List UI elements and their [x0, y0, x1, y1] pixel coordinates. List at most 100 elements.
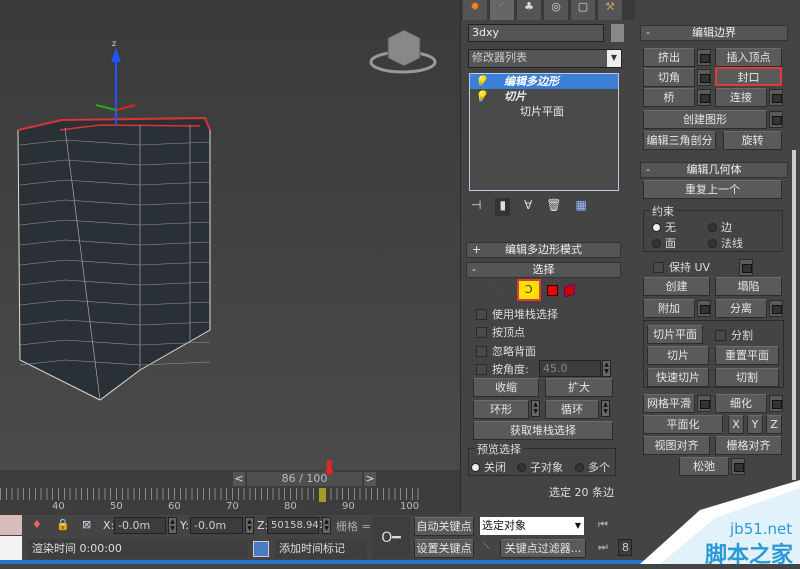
- z-coordinate-input[interactable]: 50158.941: [267, 517, 325, 534]
- polygon-level-icon[interactable]: [546, 284, 558, 296]
- go-to-start-icon[interactable]: ⏮: [598, 518, 608, 532]
- make-planar-y-button[interactable]: Y: [747, 415, 763, 434]
- object-name-field[interactable]: 3dxy: [468, 24, 604, 42]
- bridge-button[interactable]: 桥: [643, 88, 695, 107]
- isolate-icon[interactable]: ♦: [32, 518, 42, 531]
- create-button[interactable]: 创建: [643, 277, 710, 296]
- create-tab-icon[interactable]: ✹: [463, 0, 487, 20]
- preserve-uv-checkbox[interactable]: 保持 UV: [653, 259, 710, 275]
- stack-item-slice-plane[interactable]: 切片平面: [470, 104, 618, 119]
- ring-spinner[interactable]: ▲ ▼: [531, 400, 540, 417]
- meshsmooth-settings-button[interactable]: [697, 395, 711, 412]
- use-stack-selection-checkbox[interactable]: 使用堆栈选择: [476, 306, 558, 322]
- rollout-selection[interactable]: - 选择: [466, 262, 621, 278]
- stack-item-slice[interactable]: 💡 切片: [470, 89, 618, 104]
- connect-button[interactable]: 连接: [715, 88, 767, 107]
- shrink-button[interactable]: 收缩: [473, 378, 539, 397]
- display-tab-icon[interactable]: ▢: [571, 0, 595, 20]
- tessellate-settings-button[interactable]: [769, 395, 783, 412]
- time-tag-icon[interactable]: [253, 541, 269, 557]
- create-shape-settings-button[interactable]: [769, 111, 783, 128]
- chamfer-button[interactable]: 切角: [643, 68, 695, 87]
- frame-field[interactable]: 8: [618, 539, 632, 556]
- make-planar-x-button[interactable]: X: [728, 415, 744, 434]
- modifier-list-dropdown[interactable]: 修改器列表 ▼: [468, 49, 622, 68]
- extrude-settings-button[interactable]: [697, 49, 711, 66]
- make-planar-z-button[interactable]: Z: [766, 415, 782, 434]
- lock-icon[interactable]: 🔒: [56, 518, 70, 531]
- time-slider[interactable]: 86 / 100: [247, 472, 362, 486]
- x-coordinate-input[interactable]: -0.0m: [114, 517, 166, 534]
- by-vertex-checkbox[interactable]: 按顶点: [476, 324, 525, 340]
- meshsmooth-button[interactable]: 网格平滑: [643, 394, 695, 413]
- turn-button[interactable]: 旋转: [723, 131, 782, 150]
- ignore-backfacing-checkbox[interactable]: 忽略背面: [476, 343, 536, 359]
- angle-spinner[interactable]: ▲ ▼: [602, 360, 611, 377]
- create-shape-button[interactable]: 创建图形: [643, 110, 767, 129]
- bridge-settings-button[interactable]: [697, 89, 711, 106]
- detach-button[interactable]: 分离: [715, 299, 767, 318]
- attach-settings-button[interactable]: [697, 300, 711, 317]
- current-frame-marker[interactable]: [318, 488, 326, 502]
- add-time-tag[interactable]: 添加时间标记: [275, 539, 367, 559]
- cap-button[interactable]: 封口: [715, 67, 782, 86]
- ring-button[interactable]: 环形: [473, 400, 529, 419]
- perspective-viewport[interactable]: z: [0, 0, 460, 470]
- z-spinner[interactable]: ▲ ▼: [322, 517, 331, 534]
- remove-modifier-icon[interactable]: 🗑: [546, 198, 561, 216]
- tessellate-button[interactable]: 细化: [715, 394, 767, 413]
- grow-button[interactable]: 扩大: [545, 378, 613, 397]
- y-spinner[interactable]: ▲ ▼: [245, 517, 254, 534]
- absolute-mode-icon[interactable]: ⊠: [82, 518, 91, 531]
- preview-multi-radio[interactable]: 多个: [575, 459, 610, 475]
- object-color-swatch[interactable]: [611, 24, 624, 42]
- split-checkbox[interactable]: 分割: [715, 327, 753, 343]
- element-level-icon[interactable]: [563, 283, 575, 297]
- constraint-face-radio[interactable]: 面: [652, 235, 676, 251]
- preserve-uv-settings-button[interactable]: [739, 259, 753, 276]
- show-end-result-icon[interactable]: ▮: [495, 198, 511, 216]
- preview-subobject-radio[interactable]: 子对象: [517, 459, 563, 475]
- maxscript-input[interactable]: [0, 536, 22, 560]
- key-mode-icon[interactable]: ⏭: [598, 540, 608, 554]
- loop-spinner[interactable]: ▲ ▼: [601, 400, 610, 417]
- key-filters-button[interactable]: 关键点过滤器...: [500, 539, 586, 558]
- border-level-icon[interactable]: Ↄ: [516, 279, 541, 301]
- collapse-button[interactable]: 塌陷: [715, 277, 782, 296]
- set-key-button[interactable]: 设置关键点: [414, 539, 474, 558]
- set-key-mode-key-icon[interactable]: O━: [372, 517, 410, 559]
- get-stack-selection-button[interactable]: 获取堆栈选择: [473, 421, 613, 440]
- preview-off-radio[interactable]: 关闭: [471, 459, 506, 475]
- motion-tab-icon[interactable]: ◎: [544, 0, 568, 20]
- view-align-button[interactable]: 视图对齐: [643, 436, 710, 455]
- attach-button[interactable]: 附加: [643, 299, 695, 318]
- quickslice-button[interactable]: 快速切片: [647, 368, 709, 387]
- building-model[interactable]: z: [0, 0, 460, 470]
- by-angle-checkbox[interactable]: 按角度:: [476, 361, 529, 377]
- rollout-edit-geometry[interactable]: - 编辑几何体: [640, 162, 788, 178]
- slice-plane-button[interactable]: 切片平面: [647, 325, 703, 344]
- timeline-prev-button[interactable]: <: [233, 472, 245, 486]
- vertex-level-icon[interactable]: ⋰: [486, 284, 497, 297]
- maxscript-listener[interactable]: [0, 515, 22, 535]
- edge-level-icon[interactable]: ⟋: [503, 283, 511, 297]
- utilities-tab-icon[interactable]: ⚒: [598, 0, 622, 20]
- viewcube[interactable]: [369, 29, 437, 74]
- y-coordinate-input[interactable]: -0.0m: [190, 517, 243, 534]
- selection-set-dropdown[interactable]: 选定对象 ▼: [480, 517, 584, 535]
- rollout-edit-borders[interactable]: - 编辑边界: [640, 25, 788, 41]
- constraint-none-radio[interactable]: 无: [652, 219, 676, 235]
- connect-settings-button[interactable]: [769, 89, 783, 106]
- loop-button[interactable]: 循环: [545, 400, 599, 419]
- insert-vertex-button[interactable]: 插入顶点: [715, 48, 782, 67]
- constraint-normal-radio[interactable]: 法线: [708, 235, 743, 251]
- extrude-button[interactable]: 挤出: [643, 48, 695, 67]
- cut-button[interactable]: 切割: [715, 368, 779, 387]
- stack-item-edit-poly[interactable]: 💡 编辑多边形: [470, 74, 618, 89]
- angle-input[interactable]: 45.0: [539, 360, 601, 377]
- relax-button[interactable]: 松弛: [679, 457, 729, 476]
- timeline-next-button[interactable]: >: [364, 472, 376, 486]
- x-spinner[interactable]: ▲ ▼: [168, 517, 177, 534]
- make-unique-icon[interactable]: ∀: [524, 198, 532, 216]
- rollout-edit-poly-mode[interactable]: + 编辑多边形模式: [466, 242, 621, 258]
